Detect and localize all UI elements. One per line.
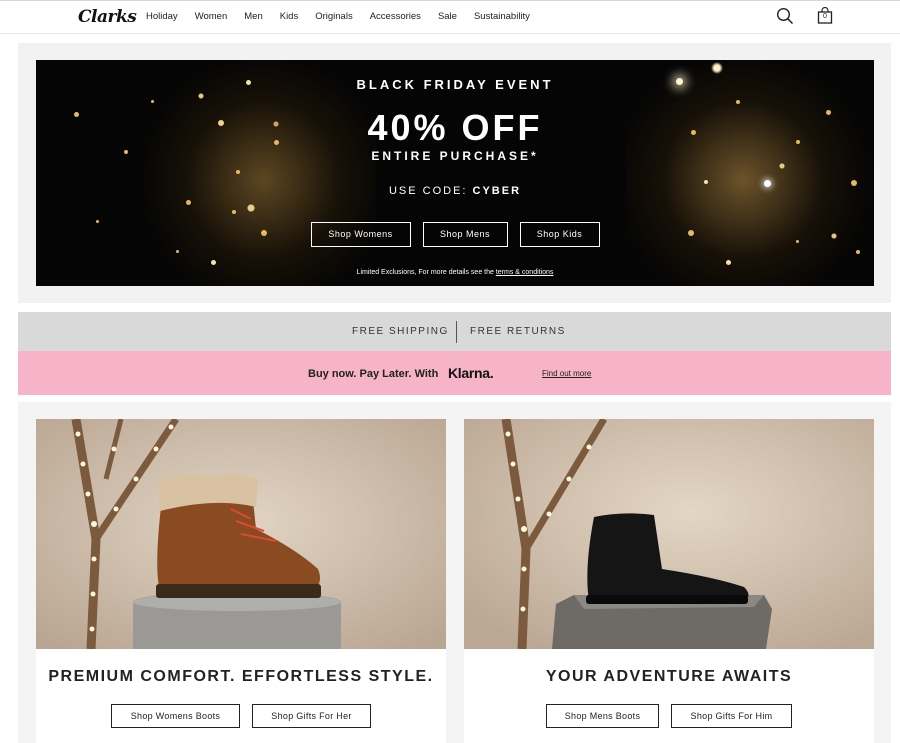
shipping-divider (456, 321, 457, 343)
hero-buttons: Shop Womens Shop Mens Shop Kids (36, 222, 874, 247)
klarna-logo: Klarna. (448, 365, 494, 381)
black-friday-banner: BLACK FRIDAY EVENT 40% OFF ENTIRE PURCHA… (36, 60, 874, 286)
free-shipping-text: FREE SHIPPING (352, 326, 449, 337)
mens-boot-image[interactable] (464, 419, 874, 649)
womens-card-title: PREMIUM COMFORT. EFFORTLESS STYLE. (48, 668, 434, 685)
search-icon[interactable] (776, 7, 794, 25)
nav-sustainability[interactable]: Sustainability (474, 11, 530, 22)
find-out-more-link[interactable]: Find out more (542, 369, 591, 378)
shop-gifts-for-her-button[interactable]: Shop Gifts For Her (252, 704, 371, 728)
shop-womens-boots-button[interactable]: Shop Womens Boots (111, 704, 240, 728)
shop-mens-boots-button[interactable]: Shop Mens Boots (546, 704, 659, 728)
mens-boots-card: YOUR ADVENTURE AWAITS Shop Mens Boots Sh… (464, 419, 874, 743)
main-nav: Holiday Women Men Kids Originals Accesso… (146, 11, 547, 22)
terms-link[interactable]: terms & conditions (496, 269, 554, 276)
mens-card-title: YOUR ADVENTURE AWAITS (545, 668, 793, 685)
mens-boot-illustration (464, 419, 874, 649)
bag-count: 0 (823, 13, 827, 20)
free-returns-text: FREE RETURNS (470, 326, 566, 337)
womens-card-buttons: Shop Womens Boots Shop Gifts For Her (36, 704, 446, 728)
womens-boot-illustration (36, 419, 446, 649)
nav-men[interactable]: Men (244, 11, 262, 22)
nav-sale[interactable]: Sale (438, 11, 457, 22)
shipping-strip: FREE SHIPPING FREE RETURNS (18, 312, 891, 351)
sparkle-decoration-right (626, 60, 874, 286)
disclaimer-text: Limited Exclusions, For more details see… (356, 269, 494, 276)
hero-subtitle: ENTIRE PURCHASE* (371, 149, 539, 163)
hero-offer: 40% OFF (367, 107, 543, 148)
womens-boot-image[interactable] (36, 419, 446, 649)
mens-card-buttons: Shop Mens Boots Shop Gifts For Him (464, 704, 874, 728)
sparkle-decoration-left (126, 60, 376, 286)
nav-accessories[interactable]: Accessories (370, 11, 421, 22)
promo-code-label: USE CODE: (388, 185, 468, 197)
klarna-banner: Buy now. Pay Later. With Klarna. Find ou… (18, 351, 891, 395)
hero-promo-code: USE CODE: CYBER (36, 185, 874, 197)
hero-disclaimer: Limited Exclusions, For more details see… (36, 269, 874, 276)
bag-icon[interactable]: 0 (816, 6, 834, 25)
nav-holiday[interactable]: Holiday (146, 11, 178, 22)
klarna-text: Buy now. Pay Later. With (308, 368, 439, 380)
shop-mens-button[interactable]: Shop Mens (422, 222, 508, 247)
promo-code-value: CYBER (472, 185, 522, 197)
nav-women[interactable]: Women (195, 11, 228, 22)
nav-originals[interactable]: Originals (315, 11, 353, 22)
shop-gifts-for-him-button[interactable]: Shop Gifts For Him (671, 704, 792, 728)
shop-kids-button[interactable]: Shop Kids (519, 222, 600, 247)
hero-event-title: BLACK FRIDAY EVENT (356, 77, 554, 92)
clarks-logo[interactable]: Clarks (78, 7, 137, 27)
site-header: Clarks Holiday Women Men Kids Originals … (0, 0, 900, 34)
womens-boots-card: PREMIUM COMFORT. EFFORTLESS STYLE. Shop … (36, 419, 446, 743)
nav-kids[interactable]: Kids (280, 11, 298, 22)
shop-womens-button[interactable]: Shop Womens (310, 222, 411, 247)
